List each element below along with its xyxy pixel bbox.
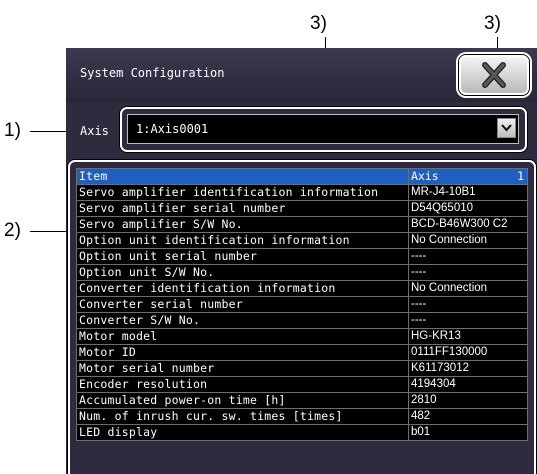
row-item-cell: Servo amplifier identification informati…	[76, 184, 409, 201]
callout-axis: 1)	[4, 120, 21, 141]
row-value-cell: D54Q65010	[408, 200, 528, 217]
header-axis: Axis 1	[408, 168, 528, 185]
row-item-cell: Accumulated power-on time [h]	[76, 392, 409, 409]
row-item-cell: Servo amplifier serial number	[76, 200, 409, 217]
row-value-cell: 2810	[408, 392, 528, 409]
row-item-cell: Converter serial number	[76, 296, 409, 313]
table-row[interactable]: Option unit serial number ----	[76, 248, 528, 265]
row-item-cell: Option unit identification information	[76, 232, 409, 249]
row-item-cell: LED display	[76, 424, 409, 441]
row-item-cell: Motor ID	[76, 344, 409, 361]
row-item-cell: Option unit S/W No.	[76, 264, 409, 281]
row-value-cell: ----	[408, 248, 528, 265]
row-value-cell: No Connection	[408, 232, 528, 249]
table-row[interactable]: Num. of inrush cur. sw. times [times] 482	[76, 408, 528, 425]
row-item-cell: Encoder resolution	[76, 376, 409, 393]
callout-table: 2)	[4, 220, 21, 241]
callout-select: 3)	[310, 13, 327, 34]
chevron-down-icon	[501, 124, 512, 132]
table-row[interactable]: Servo amplifier S/W No. BCD-B46W300 C2	[76, 216, 528, 233]
table-row[interactable]: LED display b01	[76, 424, 528, 441]
row-value-cell: 0111FF130000	[408, 344, 528, 361]
callout-table-leader	[30, 231, 71, 232]
row-item-cell: Converter identification information	[76, 280, 409, 297]
row-item-cell: Motor serial number	[76, 360, 409, 377]
table-row[interactable]: Motor model HG-KR13	[76, 328, 528, 345]
row-value-cell: HG-KR13	[408, 328, 528, 345]
row-value-cell: 482	[408, 408, 528, 425]
title-bar: System Configuration	[66, 48, 537, 102]
row-value-cell: b01	[408, 424, 528, 441]
table-row[interactable]: Servo amplifier serial number D54Q65010	[76, 200, 528, 217]
header-axis-label: Axis	[411, 169, 439, 184]
table-row[interactable]: Converter identification information No C…	[76, 280, 528, 297]
table-row[interactable]: Option unit S/W No. ----	[76, 264, 528, 281]
close-button[interactable]	[459, 55, 529, 95]
dropdown-button[interactable]	[497, 118, 516, 138]
row-item-cell: Option unit serial number	[76, 248, 409, 265]
row-value-cell: ----	[408, 312, 528, 329]
row-value-cell: ----	[408, 264, 528, 281]
table-row[interactable]: Converter serial number ----	[76, 296, 528, 313]
row-item-cell: Num. of inrush cur. sw. times [times]	[76, 408, 409, 425]
system-info-table: Item Axis 1 Servo amplifier identificatio…	[76, 168, 528, 441]
table-row[interactable]: Motor ID 0111FF130000	[76, 344, 528, 361]
table-row[interactable]: Motor serial number K61173012	[76, 360, 528, 377]
table-row[interactable]: Converter S/W No. ----	[76, 312, 528, 329]
header-item: Item	[76, 168, 409, 185]
row-value-cell: 4194304	[408, 376, 528, 393]
axis-select-value: 1:Axis0001	[136, 122, 209, 136]
row-value-cell: BCD-B46W300 C2	[408, 216, 528, 233]
row-item-cell: Converter S/W No.	[76, 312, 409, 329]
axis-select[interactable]: 1:Axis0001	[127, 114, 519, 144]
system-configuration-window: System Configuration Axis 1:Axis0001 Ite…	[66, 48, 537, 474]
window-title: System Configuration	[80, 66, 225, 80]
table-row[interactable]: Servo amplifier identification informati…	[76, 184, 528, 201]
row-value-cell: K61173012	[408, 360, 528, 377]
row-value-cell: No Connection	[408, 280, 528, 297]
axis-label: Axis	[80, 124, 109, 138]
header-axis-number: 1	[517, 169, 524, 184]
row-item-cell: Motor model	[76, 328, 409, 345]
row-value-cell: ----	[408, 296, 528, 313]
table-row[interactable]: Option unit identification information No…	[76, 232, 528, 249]
row-value-cell: MR-J4-10B1	[408, 184, 528, 201]
table-header-row: Item Axis 1	[76, 168, 528, 185]
table-row[interactable]: Encoder resolution 4194304	[76, 376, 528, 393]
table-row[interactable]: Accumulated power-on time [h] 2810	[76, 392, 528, 409]
callout-close: 3)	[484, 13, 501, 34]
row-item-cell: Servo amplifier S/W No.	[76, 216, 409, 233]
close-x-icon	[482, 62, 506, 88]
